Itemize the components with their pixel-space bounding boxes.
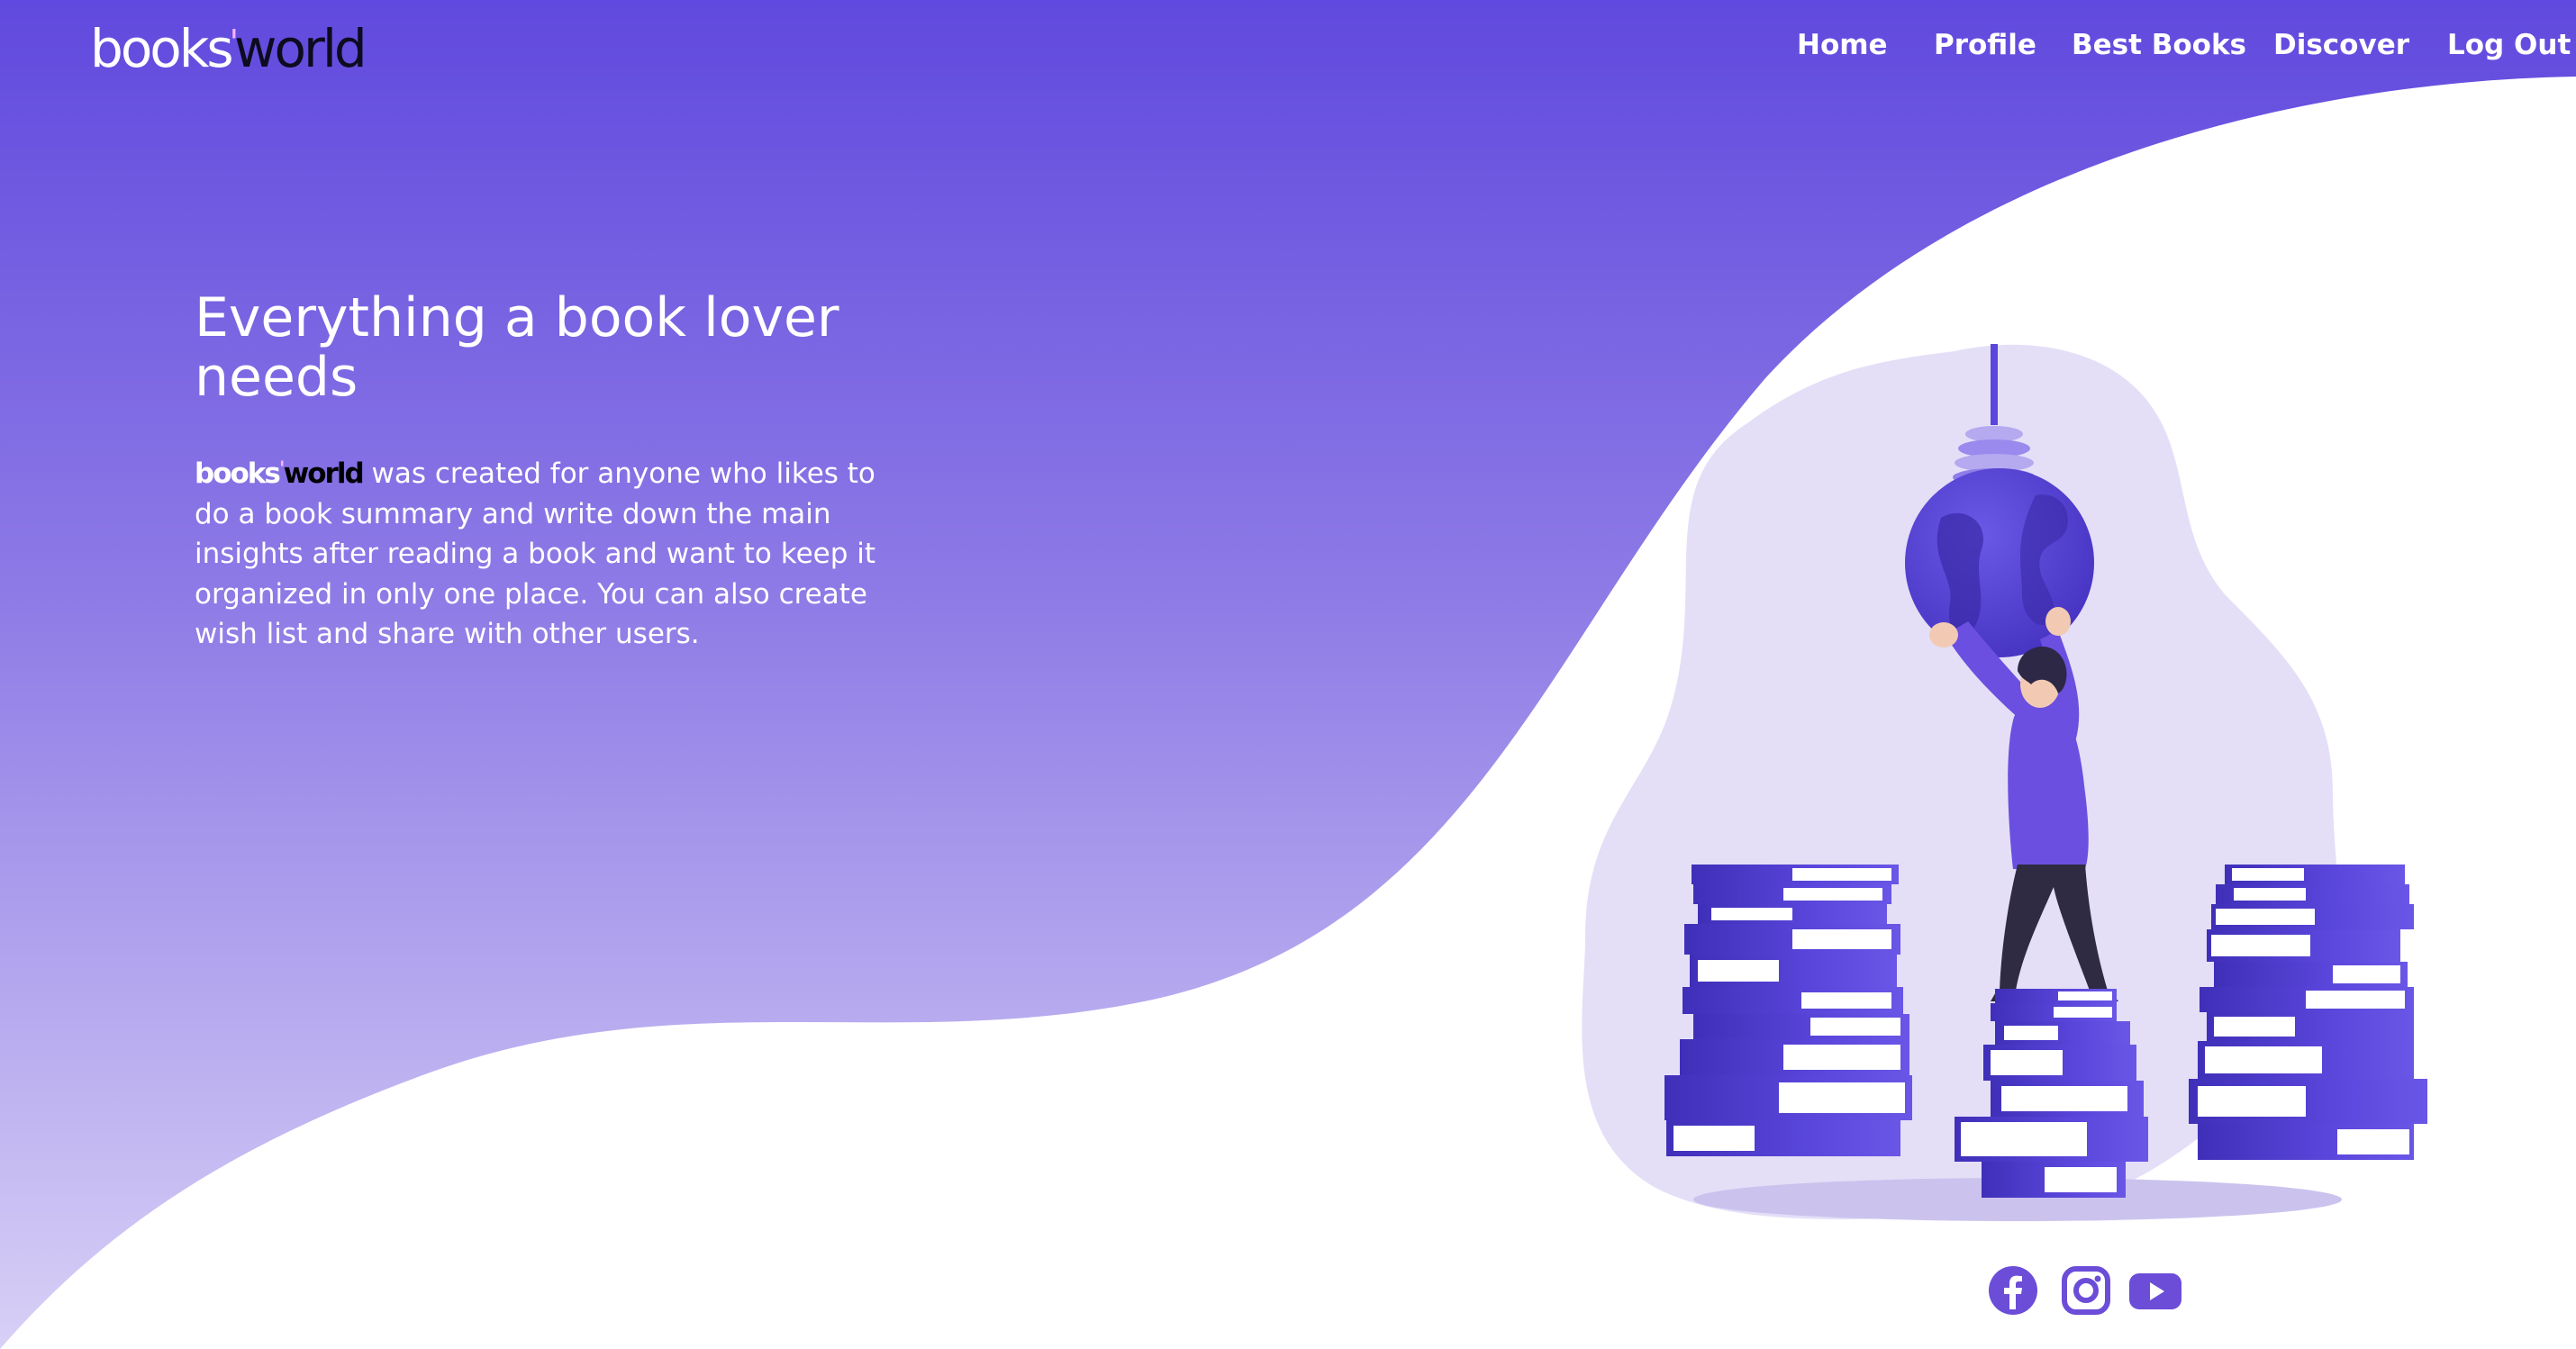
nav-best-books-link[interactable]: Best Books xyxy=(2072,23,2246,67)
inline-brand-logo: books'world xyxy=(195,457,365,490)
instagram-glyph xyxy=(2062,1266,2110,1315)
hero-description: books'world was created for anyone who l… xyxy=(195,450,906,655)
nav-links: Home Profile Best Books Discover Log Out xyxy=(0,23,2576,68)
hero-section: Everything a book lover needs books'worl… xyxy=(195,288,897,655)
nav-home-link[interactable]: Home xyxy=(1797,23,1888,67)
top-navbar: books'world Home Profile Best Books Disc… xyxy=(0,0,2576,90)
book-stack-right xyxy=(2189,865,2427,1160)
nav-profile-link[interactable]: Profile xyxy=(1934,23,2036,67)
nav-discover-link[interactable]: Discover xyxy=(2273,23,2409,67)
social-links xyxy=(0,1263,2576,1326)
facebook-glyph xyxy=(1989,1266,2037,1315)
nav-logout-link[interactable]: Log Out xyxy=(2447,23,2571,67)
hero-title: Everything a book lover needs xyxy=(195,286,839,409)
facebook-icon[interactable] xyxy=(1985,1263,2041,1318)
youtube-glyph xyxy=(2129,1273,2181,1309)
instagram-icon[interactable] xyxy=(2058,1263,2114,1318)
hero-illustration xyxy=(1582,344,2427,1221)
youtube-icon[interactable] xyxy=(2127,1263,2183,1318)
book-stack-left xyxy=(1664,865,1912,1156)
